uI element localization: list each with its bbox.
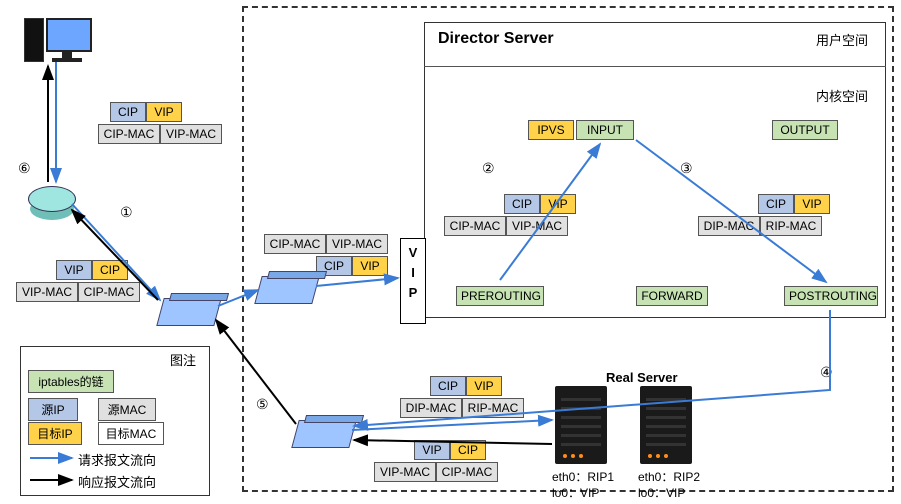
arrows-layer	[0, 0, 901, 504]
